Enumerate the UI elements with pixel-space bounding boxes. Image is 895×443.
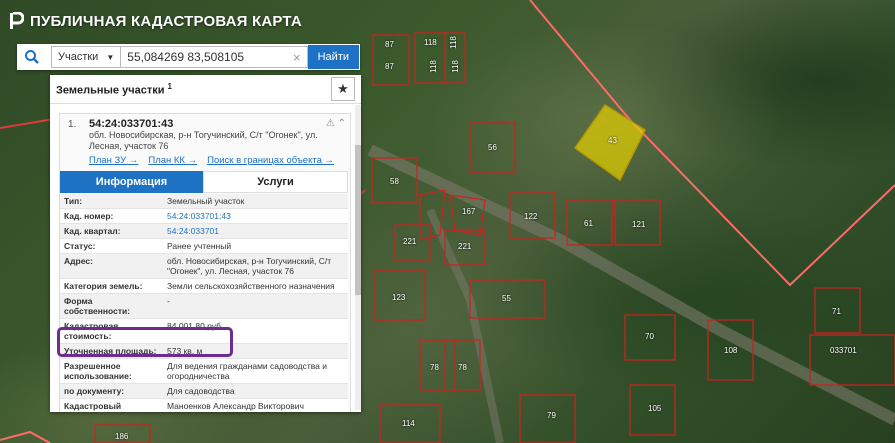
plot-label: 87 xyxy=(385,40,394,49)
parcel-links: План ЗУ → План КК → Поиск в границах объ… xyxy=(89,155,334,166)
row-key: Разрешенное использование: xyxy=(64,361,132,381)
parcel-card: 1. 54:24:033701:43 ⚠ ⌃ обл. Новосибирска… xyxy=(59,113,351,412)
row-key: Адрес: xyxy=(64,256,93,266)
chevron-down-icon: ▼ xyxy=(106,52,115,62)
plot-label: 118 xyxy=(450,60,460,73)
panel-scrollbar[interactable] xyxy=(355,105,361,410)
table-row: Категория земель: Земли сельскохозяйствен… xyxy=(60,279,348,294)
plot-label: 43 xyxy=(608,136,617,145)
search-type-label: Участки xyxy=(58,51,99,63)
plot-label: 108 xyxy=(724,346,738,355)
plot-label: 118 xyxy=(428,60,438,73)
row-value: Для садоводства xyxy=(167,386,235,396)
table-row: Разрешенное использование: Для ведения гр… xyxy=(60,359,348,384)
row-value: Земли сельскохозяйственного назначения xyxy=(167,281,335,291)
plot-label: 123 xyxy=(392,293,406,302)
chevron-up-icon[interactable]: ⌃ xyxy=(338,118,346,129)
info-tabs: Информация Услуги xyxy=(60,171,348,193)
plot-label: 61 xyxy=(584,219,593,228)
plot-label: 105 xyxy=(648,404,662,413)
tab-information[interactable]: Информация xyxy=(60,171,203,193)
row-key: Кадастровый инженер: xyxy=(64,401,122,412)
row-key: Категория земель: xyxy=(64,281,143,291)
row-key: Форма собственности: xyxy=(64,296,131,316)
plot-label: 121 xyxy=(632,220,646,229)
table-row: Адрес: обл. Новосибирская, р-н Тогучински… xyxy=(60,254,348,279)
plot-label: 58 xyxy=(390,177,399,186)
row-value: Ранее учтенный xyxy=(167,241,232,251)
plan-kk-link[interactable]: План КК → xyxy=(148,155,197,166)
table-row: Кадастровый инженер: Маноенков Александр … xyxy=(60,399,348,412)
cadastral-number[interactable]: 54:24:033701:43 xyxy=(89,118,173,130)
table-row: Кад. квартал: 54:24:033701 xyxy=(60,224,348,239)
warning-icon[interactable]: ⚠ xyxy=(326,118,335,129)
plot-label: 87 xyxy=(385,62,394,71)
area-highlight-box xyxy=(57,327,233,357)
app-title: ПУБЛИЧНАЯ КАДАСТРОВАЯ КАРТА xyxy=(30,12,302,30)
results-panel: Земельные участки 1 ★ 1. 54:24:033701:43… xyxy=(50,75,361,412)
clear-icon[interactable]: × xyxy=(293,50,301,65)
parcel-address: обл. Новосибирская, р-н Тогучинский, С/т… xyxy=(89,130,318,151)
plot-label: 167 xyxy=(462,207,476,216)
plot-label: 55 xyxy=(502,294,511,303)
tab-services[interactable]: Услуги xyxy=(203,171,348,193)
plot-label: 118 xyxy=(448,36,458,49)
search-icon[interactable] xyxy=(17,44,47,70)
plot-label: 71 xyxy=(832,307,841,316)
plot-label: 70 xyxy=(645,332,654,341)
search-input[interactable]: 55,084269 83,508105 × xyxy=(121,46,308,68)
table-row: по документу: Для садоводства xyxy=(60,384,348,399)
search-type-select[interactable]: Участки ▼ xyxy=(51,46,122,68)
row-key: Кад. квартал: xyxy=(64,226,121,236)
search-query: 55,084269 83,508105 xyxy=(127,50,245,64)
row-value[interactable]: 54:24:033701 xyxy=(163,224,348,238)
search-within-link[interactable]: Поиск в границах объекта → xyxy=(207,155,334,166)
scrollbar-thumb[interactable] xyxy=(355,145,361,295)
plot-label: 221 xyxy=(403,237,417,246)
card-controls: ⚠ ⌃ xyxy=(326,118,346,129)
panel-header: Земельные участки 1 ★ xyxy=(50,75,361,104)
plot-label: 118 xyxy=(424,38,437,47)
table-row: Кад. номер: 54:24:033701:43 xyxy=(60,209,348,224)
table-row: Статус: Ранее учтенный xyxy=(60,239,348,254)
row-key: Тип: xyxy=(64,196,83,206)
plot-label: 56 xyxy=(488,143,497,152)
logo-icon xyxy=(10,12,24,29)
search-bar: Участки ▼ 55,084269 83,508105 × Найти xyxy=(17,44,360,70)
row-value[interactable]: 54:24:033701:43 xyxy=(163,209,348,223)
result-count: 1 xyxy=(167,81,172,91)
plan-zu-link[interactable]: План ЗУ → xyxy=(89,155,138,166)
plot-label: 78 xyxy=(458,363,467,372)
plot-label: 78 xyxy=(430,363,439,372)
row-value: обл. Новосибирская, р-н Тогучинский, С/т… xyxy=(167,256,332,276)
panel-title: Земельные участки 1 xyxy=(56,81,172,97)
plot-label: 122 xyxy=(524,212,538,221)
find-button[interactable]: Найти xyxy=(307,45,359,69)
plot-label: 033701 xyxy=(830,346,857,355)
row-value: Земельный участок xyxy=(167,196,245,206)
favorite-star-icon[interactable]: ★ xyxy=(331,77,355,101)
row-key: по документу: xyxy=(64,386,125,396)
result-index: 1. xyxy=(68,119,77,130)
row-key: Кад. номер: xyxy=(64,211,114,221)
row-value: Маноенков Александр Викторович xyxy=(167,401,304,411)
row-key: Статус: xyxy=(64,241,96,251)
table-row: Тип: Земельный участок xyxy=(60,194,348,209)
table-row: Форма собственности: - xyxy=(60,294,348,319)
app-header: ПУБЛИЧНАЯ КАДАСТРОВАЯ КАРТА xyxy=(8,7,302,35)
row-value: - xyxy=(167,296,170,306)
attribute-table: Тип: Земельный участок Кад. номер: 54:24:03… xyxy=(60,194,348,412)
plot-label: 79 xyxy=(547,411,556,420)
plot-label: 114 xyxy=(402,419,415,428)
row-value: Для ведения гражданами садоводства и ого… xyxy=(167,361,328,381)
plot-label: 221 xyxy=(458,242,472,251)
plot-label: 186 xyxy=(115,432,129,441)
